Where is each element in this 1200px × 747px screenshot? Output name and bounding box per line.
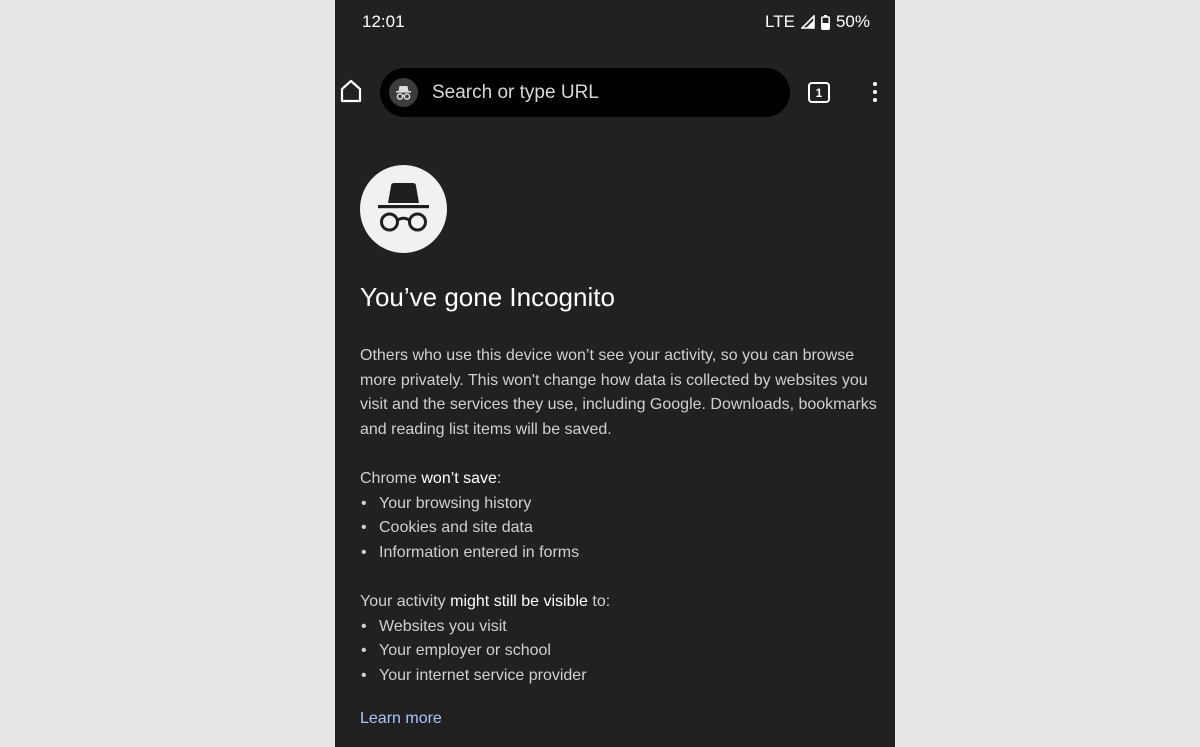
visible-to-section: Your activity might still be visible to:…: [360, 590, 880, 688]
more-vert-icon[interactable]: [871, 82, 879, 104]
list-item: Cookies and site data: [360, 516, 880, 541]
list-item: Your employer or school: [360, 639, 880, 664]
status-indicators: LTE 50%: [765, 12, 870, 32]
status-time: 12:01: [362, 12, 405, 31]
tab-switcher-icon[interactable]: 1: [808, 82, 830, 103]
browser-toolbar: Search or type URL 1: [335, 66, 895, 118]
home-icon[interactable]: [339, 78, 363, 104]
search-input[interactable]: Search or type URL: [380, 68, 790, 117]
status-bar: 12:01 LTE 50%: [335, 0, 895, 44]
list-item: Information entered in forms: [360, 541, 880, 566]
incognito-description: Others who use this device won’t see you…: [360, 347, 877, 439]
page-title: You’ve gone Incognito: [360, 282, 615, 312]
battery-icon: [821, 14, 830, 30]
visible-to-list: Websites you visit Your employer or scho…: [360, 615, 880, 689]
signal-icon: [800, 15, 815, 29]
network-label: LTE: [765, 12, 795, 31]
list-item: Your internet service provider: [360, 664, 880, 689]
wont-save-section: Chrome won’t save: Your browsing history…: [360, 467, 880, 565]
list-item: Your browsing history: [360, 492, 880, 517]
learn-more-link[interactable]: Learn more: [360, 710, 442, 728]
incognito-logo-icon: [360, 165, 447, 253]
wont-save-list: Your browsing history Cookies and site d…: [360, 492, 880, 566]
visible-to-heading: Your activity might still be visible to:: [360, 593, 611, 610]
battery-percent: 50%: [835, 12, 870, 31]
search-placeholder: Search or type URL: [432, 82, 599, 103]
list-item: Websites you visit: [360, 615, 880, 640]
phone-screen: 12:01 LTE 50% Search or type URL 1 You’v…: [335, 0, 895, 747]
tab-count: 1: [815, 85, 823, 100]
wont-save-heading: Chrome won’t save:: [360, 470, 502, 487]
incognito-icon: [389, 78, 418, 107]
